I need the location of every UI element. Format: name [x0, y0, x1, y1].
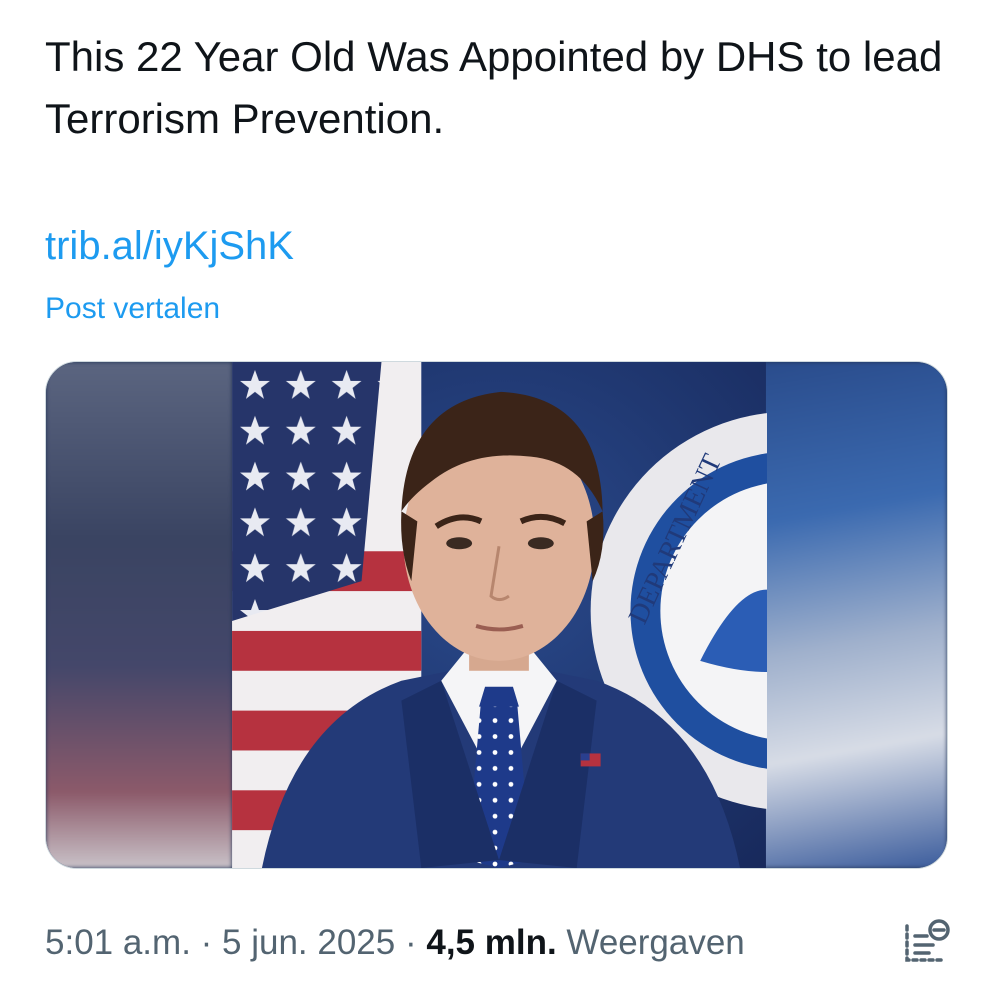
post-photo[interactable]: DEPARTMENT	[231, 362, 767, 868]
post-text: This 22 Year Old Was Appointed by DHS to…	[45, 33, 943, 142]
media-blur-left	[46, 362, 232, 868]
view-analytics-icon[interactable]	[903, 916, 951, 966]
post-date[interactable]: 5 jun. 2025	[222, 923, 395, 962]
post-link[interactable]: trib.al/iyKjShK	[45, 218, 294, 274]
media-card[interactable]: DEPARTMENT	[45, 361, 948, 869]
media-blur-right	[761, 362, 947, 868]
translate-post-link[interactable]: Post vertalen	[45, 288, 220, 330]
views-count: 4,5 mln.	[426, 923, 557, 962]
meta-separator: ·	[395, 923, 427, 962]
post-meta: 5:01 a.m. · 5 jun. 2025 · 4,5 mln. Weerg…	[45, 918, 745, 968]
views-label: Weergaven	[556, 923, 745, 962]
meta-separator: ·	[190, 923, 223, 962]
post-time[interactable]: 5:01 a.m.	[45, 923, 191, 962]
